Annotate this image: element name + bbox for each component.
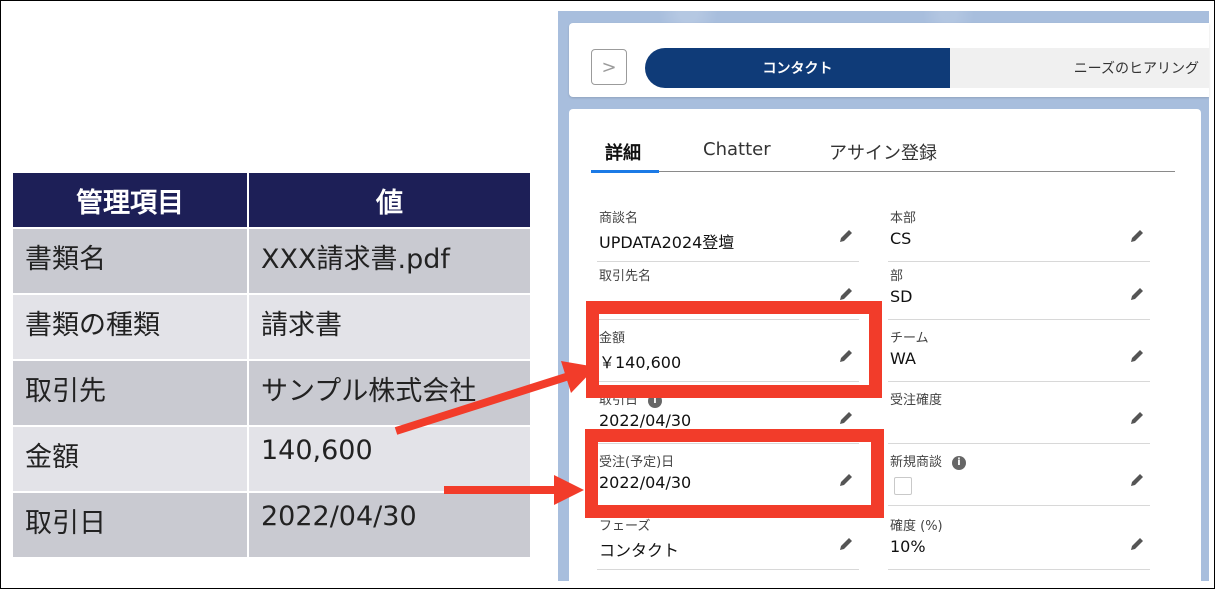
info-icon[interactable]: i [952, 456, 967, 470]
field-opportunity-name: 商談名 UPDATA2024登壇 [597, 203, 859, 262]
row-value: 140,600 [247, 425, 532, 493]
field-value: コンタクト [599, 541, 680, 560]
chevron-right-icon: > [601, 56, 617, 78]
field-phase: フェーズ コンタクト [597, 511, 859, 570]
path-stage-contact[interactable]: コンタクト [645, 48, 960, 88]
field-value: 10% [890, 537, 926, 556]
table-header-row: 管理項目 値 [11, 171, 532, 229]
active-tab-indicator [591, 170, 659, 173]
row-value: 2022/04/30 [247, 491, 532, 559]
table-row: 金額 140,600 [11, 425, 532, 493]
field-label: 部 [890, 269, 904, 284]
pencil-icon[interactable] [1128, 535, 1146, 553]
new-deal-checkbox[interactable] [894, 477, 912, 495]
stage-label: ニーズのヒアリング [1073, 61, 1199, 77]
field-label: 新規商談 i [890, 451, 967, 470]
management-items-table: 管理項目 値 書類名 XXX請求書.pdf 書類の種類 請求書 取引先 サンプル… [11, 171, 532, 559]
path-toggle-button[interactable]: > [591, 49, 627, 85]
highlight-amount-box [586, 301, 882, 398]
field-value: SD [890, 287, 913, 306]
field-label: 本部 [890, 211, 917, 226]
canvas-frame: 管理項目 値 書類名 XXX請求書.pdf 書類の種類 請求書 取引先 サンプル… [0, 0, 1215, 589]
row-key: 取引先 [11, 359, 249, 427]
row-key: 書類名 [11, 227, 249, 295]
field-value: WA [890, 349, 916, 368]
field-label: 商談名 [599, 211, 639, 226]
field-team: チーム WA [888, 323, 1150, 382]
field-value: 2022/04/30 [599, 411, 692, 430]
pencil-icon[interactable] [1128, 471, 1146, 489]
field-headquarters: 本部 CS [888, 203, 1150, 262]
row-value: XXX請求書.pdf [247, 227, 532, 295]
table-row: 取引先 サンプル株式会社 [11, 359, 532, 427]
sales-path-card: > コンタクト ニーズのヒアリング [569, 23, 1209, 97]
table-row: 書類の種類 請求書 [11, 293, 532, 361]
tab-details[interactable]: 詳細 [605, 139, 641, 165]
row-key: 取引日 [11, 491, 249, 559]
row-value: サンプル株式会社 [247, 359, 532, 427]
field-value: UPDATA2024登壇 [599, 233, 735, 252]
field-value: CS [890, 229, 912, 248]
field-label-text: 新規商談 [890, 455, 943, 470]
field-label: 受注確度 [890, 393, 943, 408]
path-stage-needs-hearing[interactable]: ニーズのヒアリング [950, 48, 1209, 88]
field-label: 確度 (%) [890, 519, 943, 534]
table-row: 書類名 XXX請求書.pdf [11, 227, 532, 295]
field-order-probability: 受注確度 [888, 385, 1150, 444]
header-management-item: 管理項目 [11, 171, 249, 229]
pencil-icon[interactable] [1128, 409, 1146, 427]
pencil-icon[interactable] [1128, 227, 1146, 245]
header-value: 値 [247, 171, 532, 229]
tab-chatter[interactable]: Chatter [703, 139, 771, 160]
row-key: 金額 [11, 425, 249, 493]
row-value: 請求書 [247, 293, 532, 361]
field-new-deal: 新規商談 i [888, 447, 1150, 506]
row-key: 書類の種類 [11, 293, 249, 361]
field-label: 取引先名 [599, 269, 652, 284]
pencil-icon[interactable] [1128, 285, 1146, 303]
pencil-icon[interactable] [837, 535, 855, 553]
table-row: 取引日 2022/04/30 [11, 491, 532, 559]
field-probability-percent: 確度 (%) 10% [888, 511, 1150, 570]
pencil-icon[interactable] [837, 409, 855, 427]
pencil-icon[interactable] [1128, 347, 1146, 365]
record-tabs: 詳細 Chatter アサイン登録 [591, 131, 1175, 173]
field-label: チーム [890, 331, 929, 346]
pencil-icon[interactable] [837, 227, 855, 245]
highlight-close-date-box [585, 429, 884, 518]
field-department: 部 SD [888, 261, 1150, 320]
stage-label: コンタクト [762, 61, 833, 77]
tab-assign-registration[interactable]: アサイン登録 [829, 139, 937, 165]
